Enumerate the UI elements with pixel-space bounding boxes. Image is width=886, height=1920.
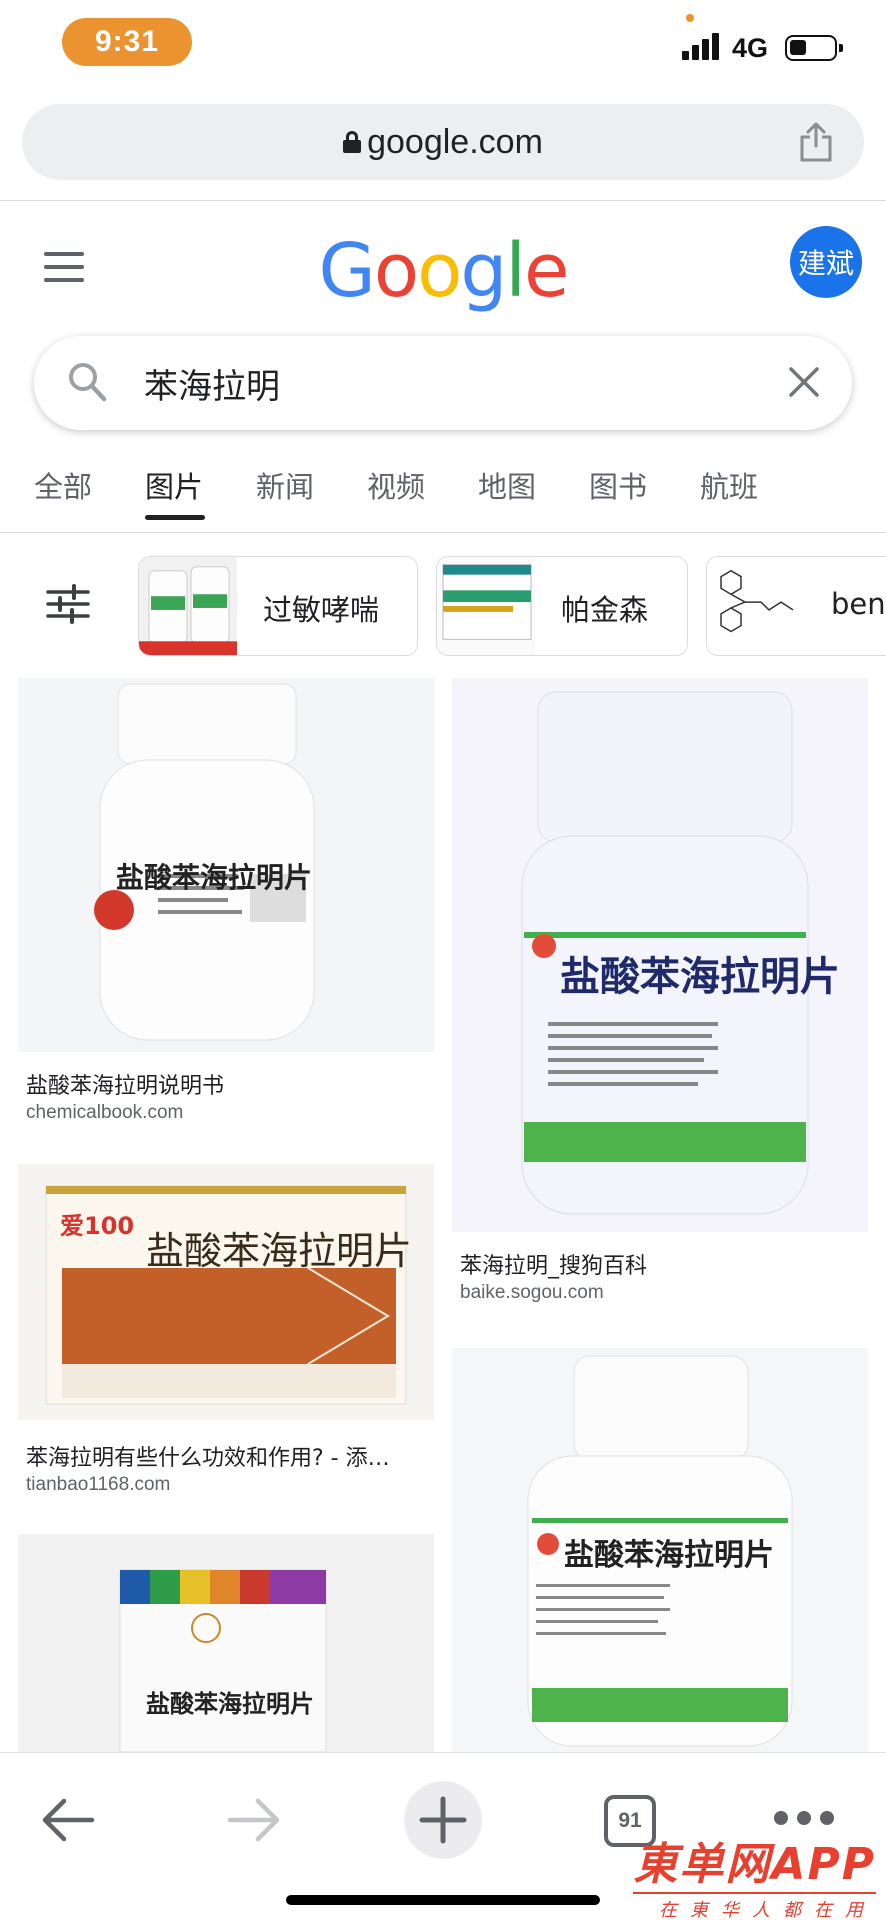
chip-allergy-asthma[interactable]: 过敏哮喘 [138, 556, 418, 656]
share-icon[interactable] [798, 122, 834, 162]
chip-thumbnail [437, 557, 535, 655]
result-source: chemicalbook.com [26, 1102, 184, 1123]
back-arrow-icon[interactable] [40, 1795, 96, 1845]
header-divider [0, 200, 886, 201]
chip-thumbnail [707, 557, 805, 655]
search-box [34, 336, 852, 430]
plus-icon [419, 1796, 467, 1844]
pill-label-text: 盐酸苯海拉明片 [116, 861, 313, 894]
pill-label-text: 盐酸苯海拉明片 [560, 954, 840, 1000]
new-tab-button[interactable] [404, 1781, 482, 1859]
tab-images[interactable]: 图片 [145, 464, 256, 520]
network-type: 4G [732, 33, 769, 63]
watermark-logo: 東单网APP [633, 1839, 876, 1890]
chip-thumbnail [139, 557, 237, 655]
tab-videos[interactable]: 视频 [367, 464, 478, 520]
tab-news[interactable]: 新闻 [256, 464, 367, 520]
watermark: 東单网APP 在東华人都在用 [633, 1828, 876, 1920]
result-source: baike.sogou.com [460, 1282, 604, 1303]
url-text: google.com [367, 122, 543, 161]
forward-arrow-icon[interactable] [226, 1795, 282, 1845]
result-title[interactable]: 盐酸苯海拉明说明书 [26, 1068, 224, 1100]
tab-flights[interactable]: 航班 [700, 464, 811, 520]
chip-ben[interactable]: ben [706, 556, 886, 656]
home-indicator [286, 1895, 600, 1905]
result-title[interactable]: 苯海拉明有些什么功效和作用? - 添… [26, 1440, 390, 1472]
status-bar: 9:31 4G [0, 0, 886, 92]
tab-books[interactable]: 图书 [589, 464, 700, 520]
result-title[interactable]: 苯海拉明_搜狗百科 [460, 1248, 647, 1280]
result-image [18, 1164, 434, 1420]
chip-parkinson[interactable]: 帕金森 [436, 556, 688, 656]
search-icon[interactable] [66, 360, 108, 404]
result-source: tianbao1168.com [26, 1474, 171, 1495]
image-result-5[interactable]: 盐酸苯海拉明片 [452, 1348, 868, 1752]
lock-icon [343, 131, 362, 153]
tab-all[interactable]: 全部 [34, 464, 145, 520]
search-tabs: 全部 图片 新闻 视频 地图 图书 航班 [34, 464, 811, 520]
chip-label: 帕金森 [561, 593, 649, 627]
status-time: 9:31 [62, 18, 192, 66]
search-input[interactable] [144, 358, 704, 408]
image-result-4[interactable]: 盐酸苯海拉明片 [18, 1534, 434, 1752]
chip-label: 过敏哮喘 [263, 593, 380, 627]
brand-logo-text: 爱100 [60, 1212, 135, 1240]
result-image [18, 1534, 434, 1752]
tab-maps[interactable]: 地图 [478, 464, 589, 520]
mic-indicator-dot [686, 14, 694, 22]
pill-label-text: 盐酸苯海拉明片 [564, 1538, 774, 1573]
chip-label: ben [831, 587, 886, 621]
image-result-2[interactable]: 盐酸苯海拉明片 苯海拉明_搜狗百科 baike.sogou.com [452, 678, 868, 1318]
clear-search-icon[interactable] [786, 364, 822, 400]
account-avatar[interactable]: 建斌 [790, 226, 862, 298]
filter-sliders-icon[interactable] [46, 584, 90, 624]
image-result-1[interactable]: 盐酸苯海拉明片 盐酸苯海拉明说明书 chemicalbook.com [18, 678, 434, 1156]
google-logo[interactable]: Google [0, 228, 886, 314]
image-result-3[interactable]: 爱100 盐酸苯海拉明片 苯海拉明有些什么功效和作用? - 添… tianbao… [18, 1164, 434, 1504]
more-options-icon[interactable] [774, 1811, 834, 1827]
signal-icon [682, 32, 722, 60]
pill-label-text: 盐酸苯海拉明片 [146, 1690, 314, 1718]
pill-label-text: 盐酸苯海拉明片 [146, 1229, 413, 1273]
battery-icon [785, 35, 843, 61]
tabs-divider [0, 532, 886, 533]
address-bar[interactable]: google.com [22, 104, 864, 180]
watermark-slogan: 在東华人都在用 [633, 1892, 876, 1920]
